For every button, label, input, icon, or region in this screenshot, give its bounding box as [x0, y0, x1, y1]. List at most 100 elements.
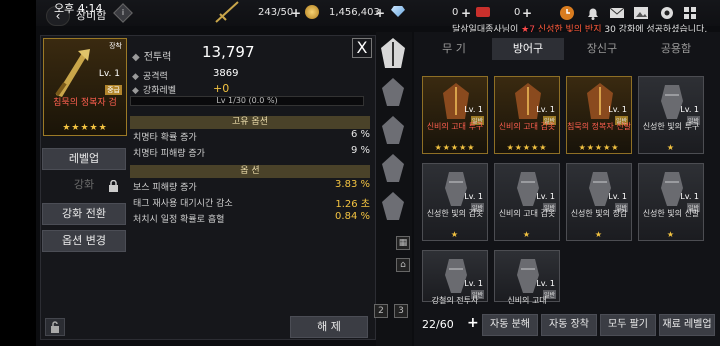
gold-plus-button[interactable]: + [375, 6, 385, 20]
inventory-item[interactable]: Lv. 1 일반 강철의 전투사 [422, 250, 488, 305]
lock-toggle-button[interactable] [45, 318, 65, 336]
inventory-item[interactable]: Lv. 1 일반 신비의 고대 투구 ★★★★★ [422, 76, 488, 154]
item-name: 침묵의 정복자 신발 [567, 122, 631, 131]
auto-dismantle-button[interactable]: 자동 분해 [482, 314, 538, 336]
gold-count: 1,456,403 [329, 7, 380, 18]
item-level: Lv. 1 [608, 192, 627, 201]
option-value: 1.26 초 [335, 199, 370, 210]
stamina-plus-button[interactable]: + [291, 6, 301, 20]
inventory-item[interactable]: Lv. 1 일반 신비의 고대 갑옷 ★★★★★ [494, 76, 560, 154]
options-header: 옵 션 [130, 165, 370, 178]
unequip-button[interactable]: 해 제 [290, 316, 368, 338]
page-title: 장비함 [76, 9, 107, 22]
armor-icon [517, 259, 539, 293]
inventory-item[interactable]: Lv. 1 일반 신성한 빛의 장갑 ★ [566, 163, 632, 241]
unique-option-label: 치명타 피해량 증가 [133, 149, 205, 159]
armor-icon [587, 83, 613, 119]
page-button[interactable]: 3 [394, 304, 408, 318]
inventory-capacity: 22/60 [422, 318, 454, 331]
option-label: 태그 재사용 대기시간 감소 [133, 199, 233, 209]
lock-icon [109, 180, 118, 192]
gallery-icon[interactable] [633, 5, 649, 21]
enhance-level-value: +0 [213, 82, 230, 95]
ticket-count: 0 [514, 7, 521, 18]
gear-icon[interactable] [659, 5, 675, 21]
item-name: 강철의 전투사 [431, 296, 479, 305]
bell-icon[interactable] [585, 5, 601, 21]
item-stars: ★★★★★ [578, 143, 620, 152]
item-stars: ★ [666, 230, 676, 239]
gem-plus-button[interactable]: + [461, 6, 471, 20]
item-level: Lv. 1 [536, 105, 555, 114]
item-stars: ★★★★★ [62, 123, 108, 133]
equipped-label: 장착 [109, 42, 122, 50]
tab-weapon[interactable]: 무 기 [418, 38, 490, 60]
tab-armor[interactable]: 방어구 [492, 38, 564, 60]
gold-coin-icon [305, 5, 319, 19]
option-change-button[interactable]: 옵션 변경 [42, 230, 126, 252]
armor-icon [661, 85, 683, 119]
armor-icon [515, 83, 541, 119]
rarity-badge: 중급 [105, 85, 122, 95]
attack-label: ◆ 공격력 [132, 72, 168, 82]
material-levelup-button[interactable]: 재료 레벨업 [659, 314, 715, 336]
character-portrait-icon[interactable] [377, 74, 409, 108]
sell-all-button[interactable]: 모두 팔기 [600, 314, 656, 336]
ticket-plus-button[interactable]: + [522, 6, 532, 20]
inventory-item[interactable]: Lv. 1 일반 신비의 고대 갑옷 ★ [494, 163, 560, 241]
auto-equip-button[interactable]: 자동 장착 [541, 314, 597, 336]
lock-icon [51, 321, 59, 333]
armor-icon [589, 172, 611, 206]
character-helmet-icon[interactable] [377, 36, 409, 70]
filter-button[interactable]: ⌂ [396, 258, 410, 272]
expand-capacity-button[interactable]: + [467, 315, 479, 331]
sword-icon [55, 49, 90, 97]
inventory-item[interactable]: Lv. 1 일반 침묵의 정복자 신발 ★★★★★ [566, 76, 632, 154]
tab-shared[interactable]: 공용함 [640, 38, 712, 60]
combat-power-value: 13,797 [202, 43, 255, 61]
stamina-count: 243/50 [258, 7, 294, 18]
item-level: Lv. 1 [608, 105, 627, 114]
item-name: 신성한 빛의 갑옷 [426, 209, 484, 218]
item-level: Lv. 1 [464, 279, 483, 288]
inventory-item[interactable]: Lv. 1 일반 신성한 빛의 투구 ★ [638, 76, 704, 154]
item-stars: ★★★★★ [434, 143, 476, 152]
ticket-icon [476, 7, 490, 17]
inventory-item[interactable]: Lv. 1 일반 신성한 빛의 신발 ★ [638, 163, 704, 241]
inventory-item[interactable]: Lv. 1 일반 신비의 고대 [494, 250, 560, 305]
enhance-convert-button[interactable]: 강화 전환 [42, 203, 126, 225]
item-level: Lv. 1 [464, 192, 483, 201]
character-portrait-icon[interactable] [377, 112, 409, 146]
close-button[interactable]: X [352, 38, 372, 58]
item-name: 신성한 빛의 신발 [642, 209, 700, 218]
option-label: 보스 피해량 증가 [133, 183, 197, 193]
mail-icon[interactable] [609, 5, 625, 21]
attack-value: 3869 [213, 68, 239, 79]
menu-icon[interactable] [682, 5, 698, 21]
exp-bar: Lv 1/30 (0.0 %) [130, 96, 364, 106]
combat-power-label: ◆ 전투력 [132, 52, 172, 63]
sword-decoration-icon [215, 1, 239, 23]
option-value: 0.84 % [335, 211, 370, 222]
gem-count: 0 [452, 7, 459, 18]
character-portrait-icon[interactable] [377, 150, 409, 184]
unique-option-label: 치명타 확률 증가 [133, 133, 197, 143]
item-stars: ★ [666, 143, 676, 152]
item-name: 신성한 빛의 투구 [642, 122, 700, 131]
item-level: Lv. 1 [680, 105, 699, 114]
item-name: 침묵의 정복자 검 [53, 98, 117, 108]
item-level: Lv. 1 [536, 192, 555, 201]
tab-accessory[interactable]: 장신구 [566, 38, 638, 60]
screen-edge [0, 0, 36, 346]
option-label: 처치시 일정 확률로 흡혈 [133, 215, 225, 225]
item-stars: ★ [450, 230, 460, 239]
unique-option-value: 6 % [350, 129, 370, 140]
event-clock-icon[interactable] [559, 5, 575, 21]
grid-view-button[interactable]: ▦ [396, 236, 410, 250]
inventory-item[interactable]: Lv. 1 일반 신성한 빛의 갑옷 ★ [422, 163, 488, 241]
page-button[interactable]: 2 [374, 304, 388, 318]
levelup-button[interactable]: 레벨업 [42, 148, 126, 170]
character-portrait-icon[interactable] [377, 188, 409, 222]
item-level: Lv. 1 [536, 279, 555, 288]
enhance-level-label: ◆ 강화레벨 [132, 86, 177, 96]
